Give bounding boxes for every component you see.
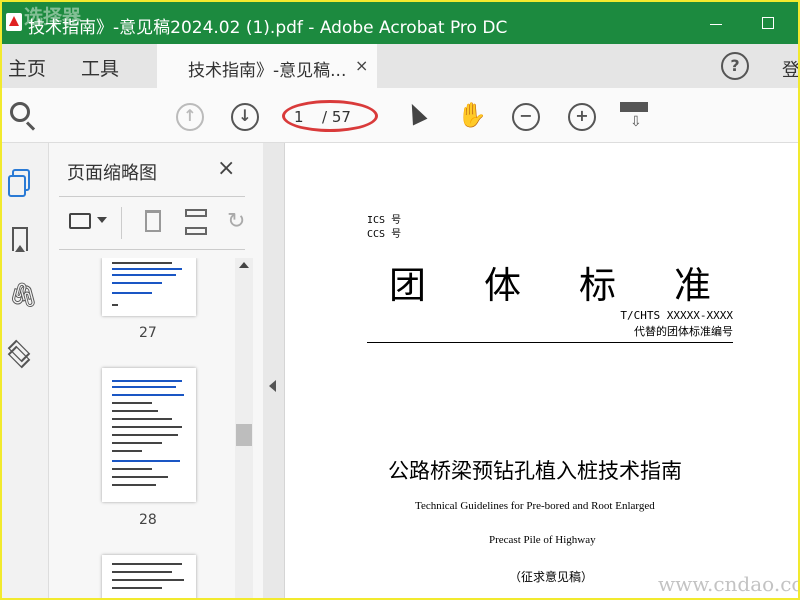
chevron-down-icon[interactable] — [97, 217, 107, 223]
scrollbar[interactable] — [235, 258, 253, 598]
search-icon[interactable] — [10, 102, 30, 122]
marquee-bar — [620, 102, 648, 112]
options-icon[interactable] — [69, 213, 91, 229]
menu-home[interactable]: 主页 — [8, 54, 46, 81]
panel-title: 页面缩略图 — [67, 163, 157, 184]
panel-collapse-handle[interactable] — [263, 143, 285, 598]
divider — [367, 342, 733, 343]
ccs-code: CCS 号 — [367, 229, 402, 240]
thumbnail-label: 27 — [139, 325, 157, 341]
standard-number: T/CHTS XXXXX-XXXX — [620, 309, 733, 322]
rotate-icon[interactable]: ↻ — [227, 209, 245, 234]
tab-close-icon[interactable]: × — [355, 56, 368, 75]
thumbnail-page-29[interactable] — [102, 555, 196, 598]
divider — [121, 207, 122, 239]
app-window: 技术指南》-意见稿2024.02 (1).pdf - Adobe Acrobat… — [0, 0, 800, 600]
replaces-standard: 代替的团体标准编号 — [634, 325, 733, 338]
zoom-in-icon[interactable]: + — [568, 103, 596, 131]
maximize-button[interactable] — [754, 8, 784, 38]
acrobat-logo-icon — [6, 13, 22, 31]
marquee-zoom-icon[interactable]: ⇩ — [620, 102, 648, 130]
title-bar: 技术指南》-意见稿2024.02 (1).pdf - Adobe Acrobat… — [2, 2, 798, 44]
extract-pages-icon[interactable] — [185, 209, 207, 235]
layers-icon[interactable] — [7, 339, 33, 369]
help-icon[interactable]: ? — [721, 52, 749, 80]
left-rail: 🖇 — [2, 143, 49, 598]
document-title-en-line2: Precast Pile of Highway — [489, 534, 596, 546]
menu-tools[interactable]: 工具 — [81, 54, 119, 81]
hand-tool-icon[interactable]: ✋ — [457, 101, 487, 129]
panel-toolbar: ↻ — [59, 196, 245, 250]
thumbnail-page-27[interactable] — [102, 258, 196, 316]
thumbnail-list[interactable]: 27 28 — [49, 258, 235, 598]
bookmark-icon[interactable] — [12, 227, 28, 252]
scroll-up-icon[interactable] — [239, 262, 249, 268]
tab-document-label: 技术指南》-意见稿... — [188, 61, 347, 81]
ics-code: ICS 号 — [367, 215, 402, 226]
chevron-left-icon[interactable] — [269, 380, 276, 392]
thumbnail-page-28[interactable] — [102, 368, 196, 502]
scroll-thumb[interactable] — [236, 424, 252, 446]
annotation-ellipse — [282, 100, 378, 132]
standard-type: 团体标准 — [389, 264, 769, 307]
next-page-icon[interactable]: ↓ — [231, 103, 259, 131]
previous-page-icon[interactable]: ↑ — [176, 103, 204, 131]
zoom-out-icon[interactable]: − — [512, 103, 540, 131]
sign-in-link[interactable]: 登 — [782, 56, 798, 82]
attachment-icon[interactable]: 🖇 — [8, 281, 38, 309]
toolbar: ↑ ↓ / 57 ✋ − + ⇩ — [2, 88, 798, 143]
watermark-bottom: www.cndao.com — [658, 572, 798, 596]
thumbnail-label: 28 — [139, 512, 157, 528]
pointer-tool-icon[interactable] — [404, 100, 428, 126]
tab-document[interactable]: 技术指南》-意见稿... × — [157, 44, 377, 88]
window-title: 技术指南》-意见稿2024.02 (1).pdf - Adobe Acrobat… — [28, 18, 508, 38]
pages-panel-icon[interactable] — [8, 169, 30, 197]
watermark-top: 选择器 — [24, 6, 82, 28]
minimize-button[interactable] — [702, 8, 732, 38]
tab-bar: 主页 工具 技术指南》-意见稿... × ? 登 — [2, 44, 798, 88]
panel-close-icon[interactable]: × — [217, 156, 235, 181]
document-page: ICS 号 CCS 号 团体标准 T/CHTS XXXXX-XXXX 代替的团体… — [285, 143, 798, 598]
document-title-en-line1: Technical Guidelines for Pre-bored and R… — [415, 500, 655, 512]
trash-icon[interactable] — [145, 210, 161, 232]
document-title-cn: 公路桥梁预钻孔植入桩技术指南 — [388, 459, 682, 483]
thumbnail-panel: 页面缩略图 × ↻ 27 28 — [49, 143, 263, 598]
marquee-arrow: ⇩ — [630, 114, 642, 130]
draft-label: （征求意见稿） — [509, 570, 594, 584]
